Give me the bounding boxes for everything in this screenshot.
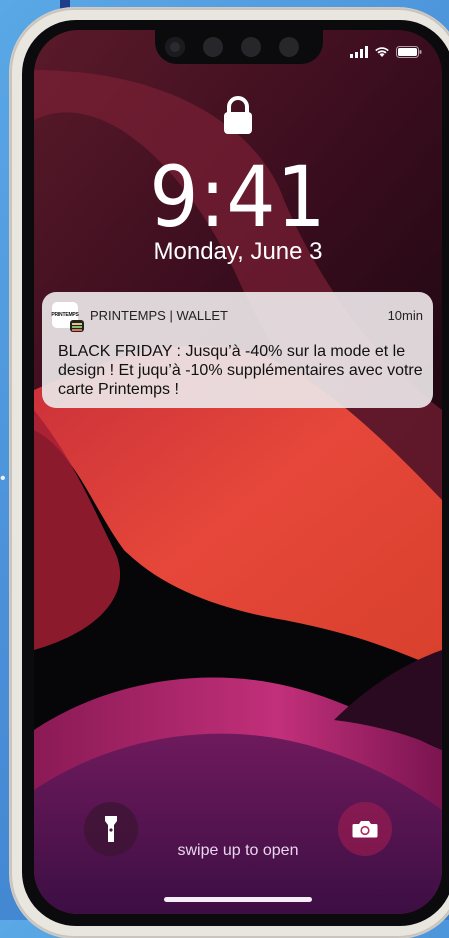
status-bar [350,46,422,58]
notification-time: 10min [387,308,423,323]
lock-screen: 9:41 Monday, June 3 PRINTEMPS PRINTEMPS … [34,30,442,914]
lock-icon [224,96,252,134]
sensor-dot [279,37,299,57]
sensor-dot [241,37,261,57]
wallet-badge-icon [70,320,84,332]
flashlight-icon [105,816,117,842]
clock-date: Monday, June 3 [153,238,323,265]
app-icon-text: PRINTEMPS [51,312,79,318]
battery-icon [396,46,422,58]
sensor-dot [203,37,223,57]
notification-card[interactable]: PRINTEMPS PRINTEMPS | WALLET 10min BLACK… [42,292,433,408]
clock-time: 9:41 [149,148,327,246]
notch [155,30,323,64]
front-camera [165,37,185,57]
camera-icon [352,821,378,838]
notification-body: BLACK FRIDAY : Jusqu’à -40% sur la mode … [58,343,423,398]
signal-bars-icon [350,46,368,58]
notification-app-name: PRINTEMPS | WALLET [90,308,228,323]
home-indicator[interactable] [164,897,312,902]
swipe-up-hint: swipe up to open [177,842,299,859]
wifi-icon [375,47,389,57]
